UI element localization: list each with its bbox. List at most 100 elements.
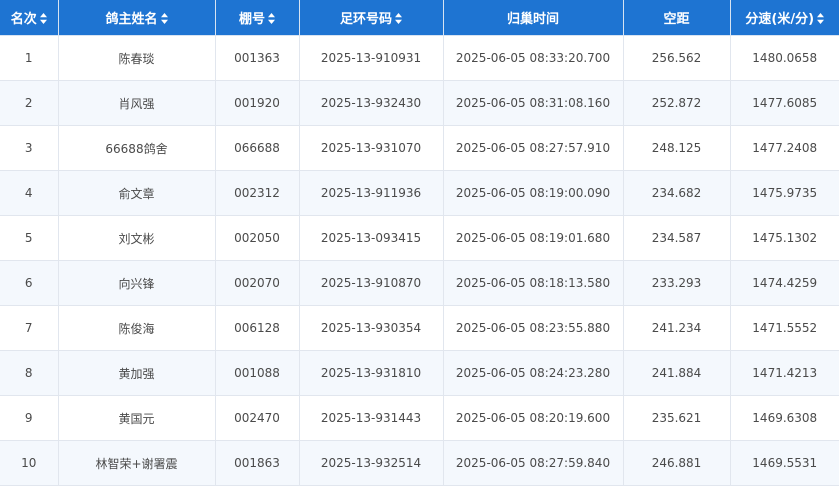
cell-owner-name: 黄国元 xyxy=(57,395,216,441)
cell-arrival-time: 2025-06-05 08:33:20.700 xyxy=(442,35,624,81)
cell-distance: 233.293 xyxy=(622,260,731,306)
cell-distance: 235.621 xyxy=(622,395,731,441)
cell-speed: 1474.4259 xyxy=(729,260,839,306)
cell-distance: 246.881 xyxy=(622,440,731,486)
column-header-label: 归巢时间 xyxy=(506,12,559,27)
cell-speed: 1471.5552 xyxy=(729,305,839,351)
column-header-label: 分速(米/分) xyxy=(745,12,815,27)
table-row[interactable]: 8 黄加强 001088 2025-13-931810 2025-06-05 08:24… xyxy=(0,350,839,396)
cell-arrival-time: 2025-06-05 08:24:23.280 xyxy=(442,350,624,396)
cell-loft-number: 001363 xyxy=(214,35,300,81)
cell-ring-number: 2025-13-910931 xyxy=(298,35,444,81)
cell-rank: 4 xyxy=(0,170,59,216)
cell-speed: 1475.1302 xyxy=(729,215,839,261)
table-row[interactable]: 3 66688鸽舍 066688 2025-13-931070 2025-06-05 0… xyxy=(0,125,839,171)
cell-rank: 5 xyxy=(0,215,59,261)
cell-speed: 1477.6085 xyxy=(729,80,839,126)
cell-distance: 256.562 xyxy=(622,35,731,81)
cell-owner-name: 俞文章 xyxy=(57,170,216,216)
column-header-arrival-time[interactable]: 归巢时间 xyxy=(442,0,624,36)
cell-owner-name: 66688鸽舍 xyxy=(57,125,216,171)
column-header-label: 名次 xyxy=(10,12,37,27)
cell-loft-number: 066688 xyxy=(214,125,300,171)
cell-distance: 248.125 xyxy=(622,125,731,171)
column-header-loft-number[interactable]: 棚号 xyxy=(214,0,300,36)
cell-owner-name: 林智荣+谢署震 xyxy=(57,440,216,486)
header-row: 名次 鸽主姓名 棚号 足环号码 归巢时间 空距 分速(米/分) xyxy=(0,0,839,36)
cell-rank: 2 xyxy=(0,80,59,126)
column-header-label: 鸽主姓名 xyxy=(105,12,158,27)
cell-rank: 7 xyxy=(0,305,59,351)
cell-rank: 10 xyxy=(0,440,59,486)
cell-arrival-time: 2025-06-05 08:18:13.580 xyxy=(442,260,624,306)
table-row[interactable]: 1 陈春琰 001363 2025-13-910931 2025-06-05 08:33… xyxy=(0,35,839,81)
cell-arrival-time: 2025-06-05 08:31:08.160 xyxy=(442,80,624,126)
cell-loft-number: 001863 xyxy=(214,440,300,486)
cell-loft-number: 002470 xyxy=(214,395,300,441)
cell-loft-number: 006128 xyxy=(214,305,300,351)
cell-owner-name: 向兴锋 xyxy=(57,260,216,306)
sort-icon[interactable] xyxy=(268,13,275,24)
column-header-distance[interactable]: 空距 xyxy=(622,0,731,36)
sort-icon[interactable] xyxy=(160,13,168,24)
column-header-label: 足环号码 xyxy=(339,12,392,27)
cell-owner-name: 陈春琰 xyxy=(57,35,216,81)
table-row[interactable]: 5 刘文彬 002050 2025-13-093415 2025-06-05 08:19… xyxy=(0,215,839,261)
cell-arrival-time: 2025-06-05 08:20:19.600 xyxy=(442,395,624,441)
cell-arrival-time: 2025-06-05 08:19:00.090 xyxy=(442,170,624,216)
sort-icon[interactable] xyxy=(395,13,402,24)
cell-speed: 1469.6308 xyxy=(729,395,839,441)
cell-ring-number: 2025-13-930354 xyxy=(298,305,444,351)
cell-ring-number: 2025-13-093415 xyxy=(298,215,444,261)
cell-loft-number: 002070 xyxy=(214,260,300,306)
cell-distance: 234.682 xyxy=(622,170,731,216)
cell-speed: 1471.4213 xyxy=(729,350,839,396)
column-header-speed[interactable]: 分速(米/分) xyxy=(729,0,839,36)
cell-arrival-time: 2025-06-05 08:27:59.840 xyxy=(442,440,624,486)
cell-ring-number: 2025-13-911936 xyxy=(298,170,444,216)
cell-owner-name: 黄加强 xyxy=(57,350,216,396)
cell-owner-name: 陈俊海 xyxy=(57,305,216,351)
sort-icon[interactable] xyxy=(817,13,825,24)
sort-icon[interactable] xyxy=(39,13,47,24)
cell-loft-number: 002312 xyxy=(214,170,300,216)
column-header-label: 棚号 xyxy=(238,12,265,27)
column-header-owner-name[interactable]: 鸽主姓名 xyxy=(57,0,216,36)
cell-loft-number: 001088 xyxy=(214,350,300,396)
column-header-rank[interactable]: 名次 xyxy=(0,0,59,36)
cell-ring-number: 2025-13-931443 xyxy=(298,395,444,441)
cell-owner-name: 刘文彬 xyxy=(57,215,216,261)
cell-distance: 234.587 xyxy=(622,215,731,261)
column-header-label: 空距 xyxy=(663,12,690,27)
table-body: 1 陈春琰 001363 2025-13-910931 2025-06-05 08:33… xyxy=(0,35,839,486)
cell-speed: 1469.5531 xyxy=(729,440,839,486)
cell-rank: 8 xyxy=(0,350,59,396)
cell-distance: 241.234 xyxy=(622,305,731,351)
cell-arrival-time: 2025-06-05 08:23:55.880 xyxy=(442,305,624,351)
table-row[interactable]: 2 肖风强 001920 2025-13-932430 2025-06-05 08:31… xyxy=(0,80,839,126)
table-row[interactable]: 7 陈俊海 006128 2025-13-930354 2025-06-05 08:23… xyxy=(0,305,839,351)
cell-loft-number: 002050 xyxy=(214,215,300,261)
cell-ring-number: 2025-13-932514 xyxy=(298,440,444,486)
table-row[interactable]: 6 向兴锋 002070 2025-13-910870 2025-06-05 08:18… xyxy=(0,260,839,306)
cell-distance: 252.872 xyxy=(622,80,731,126)
cell-ring-number: 2025-13-931810 xyxy=(298,350,444,396)
cell-speed: 1477.2408 xyxy=(729,125,839,171)
results-table: 名次 鸽主姓名 棚号 足环号码 归巢时间 空距 分速(米/分) 1 陈春琰 001363 2025… xyxy=(0,0,839,486)
cell-rank: 6 xyxy=(0,260,59,306)
table-row[interactable]: 9 黄国元 002470 2025-13-931443 2025-06-05 08:20… xyxy=(0,395,839,441)
table-row[interactable]: 10 林智荣+谢署震 001863 2025-13-932514 2025-06-05 … xyxy=(0,440,839,486)
cell-ring-number: 2025-13-910870 xyxy=(298,260,444,306)
cell-loft-number: 001920 xyxy=(214,80,300,126)
cell-ring-number: 2025-13-932430 xyxy=(298,80,444,126)
column-header-ring-number[interactable]: 足环号码 xyxy=(298,0,444,36)
cell-speed: 1475.9735 xyxy=(729,170,839,216)
cell-ring-number: 2025-13-931070 xyxy=(298,125,444,171)
cell-distance: 241.884 xyxy=(622,350,731,396)
cell-owner-name: 肖风强 xyxy=(57,80,216,126)
cell-rank: 3 xyxy=(0,125,59,171)
cell-arrival-time: 2025-06-05 08:19:01.680 xyxy=(442,215,624,261)
table-row[interactable]: 4 俞文章 002312 2025-13-911936 2025-06-05 08:19… xyxy=(0,170,839,216)
cell-rank: 9 xyxy=(0,395,59,441)
cell-arrival-time: 2025-06-05 08:27:57.910 xyxy=(442,125,624,171)
